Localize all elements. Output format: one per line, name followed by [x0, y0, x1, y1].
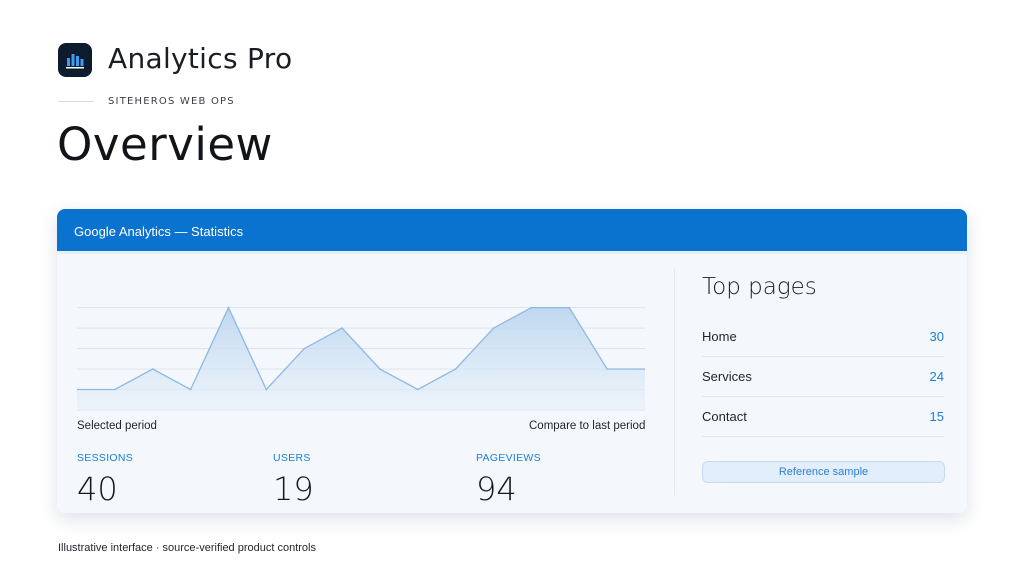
eyebrow-divider [58, 101, 94, 102]
top-page-count: 15 [929, 409, 944, 424]
stat-label: PAGEVIEWS [476, 452, 541, 464]
app-title: Analytics Pro [108, 42, 293, 75]
chart-data-point [568, 306, 571, 309]
chart-data-point [606, 368, 608, 370]
analytics-card: Google Analytics — Statistics Selected p… [57, 209, 967, 513]
stat-value: 40 [77, 470, 118, 508]
chart-data-point [303, 347, 305, 350]
reference-sample-button[interactable]: Reference sample [702, 461, 945, 483]
top-pages-title: Top pages [702, 274, 817, 300]
stat-value: 94 [476, 470, 517, 508]
panel-divider [674, 269, 675, 495]
top-page-count: 24 [929, 369, 944, 384]
chart-data-point [265, 388, 268, 391]
stat-sessions: SESSIONS 40 [77, 452, 133, 508]
card-header: Google Analytics — Statistics [57, 209, 967, 251]
legend-selected-period: Selected period [77, 420, 157, 432]
eyebrow-label: SITEHEROS WEB OPS [108, 96, 235, 107]
bar-chart-icon [66, 54, 84, 69]
top-page-row[interactable]: Home 30 [702, 317, 944, 357]
top-page-label: Services [702, 369, 752, 384]
sessions-area-chart [77, 306, 645, 411]
stat-label: USERS [273, 452, 311, 464]
chart-data-point [151, 368, 154, 370]
stat-users: USERS 19 [273, 452, 314, 508]
top-pages-list: Home 30 Services 24 Contact 15 [702, 317, 944, 437]
chart-data-point [227, 306, 230, 309]
stat-label: SESSIONS [77, 452, 134, 464]
chart-data-point [379, 368, 381, 370]
top-page-label: Home [702, 329, 737, 344]
legend-compare-period: Compare to last period [529, 420, 646, 432]
top-page-row[interactable]: Services 24 [702, 357, 944, 397]
stat-pageviews: PAGEVIEWS 94 [476, 452, 541, 508]
chart-data-point [341, 327, 343, 329]
chart-data-point [417, 388, 419, 391]
app-logo [58, 43, 92, 77]
top-page-row[interactable]: Contact 15 [702, 397, 944, 437]
footnote: Illustrative interface · source-verified… [58, 542, 316, 554]
top-page-label: Contact [702, 409, 747, 424]
page-title: Overview [57, 118, 273, 171]
top-page-count: 30 [929, 329, 944, 344]
stat-value: 19 [273, 470, 314, 508]
card-header-divider [57, 251, 967, 254]
chart-data-point [492, 327, 495, 329]
chart-data-point [189, 388, 192, 391]
chart-data-point [454, 368, 457, 370]
chart-data-point [114, 388, 116, 391]
chart-area-fill [77, 307, 645, 410]
chart-data-point [530, 306, 533, 309]
